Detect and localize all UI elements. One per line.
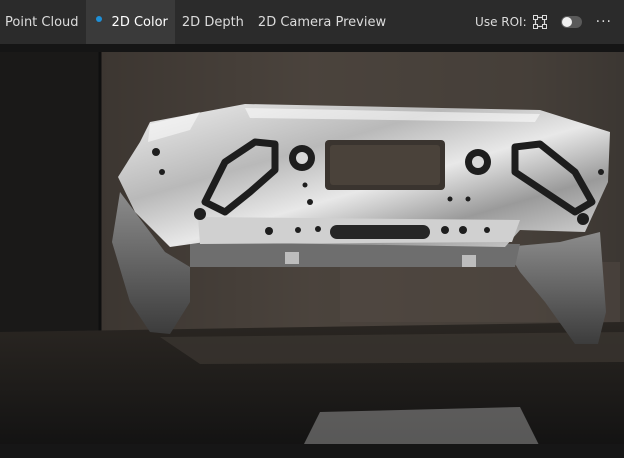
- view-toolbar: Point Cloud 2D Color 2D Depth 2D Camera …: [0, 0, 624, 44]
- tab-label: 2D Depth: [181, 14, 244, 30]
- tab-label: 2D Camera Preview: [257, 14, 387, 30]
- roi-controls: Use ROI: ···: [475, 0, 624, 44]
- toolbar-separator: [0, 44, 624, 52]
- view-tabs: Point Cloud 2D Color 2D Depth 2D Camera …: [0, 0, 393, 44]
- camera-image: [0, 52, 624, 458]
- more-options-icon[interactable]: ···: [596, 15, 612, 29]
- tab-2d-camera-preview[interactable]: 2D Camera Preview: [251, 0, 393, 44]
- status-strip: [0, 444, 624, 458]
- tab-2d-depth[interactable]: 2D Depth: [175, 0, 251, 44]
- tab-point-cloud[interactable]: Point Cloud: [0, 0, 86, 44]
- tab-2d-color[interactable]: 2D Color: [85, 0, 175, 44]
- tab-label: 2D Color: [111, 14, 168, 30]
- camera-image-viewport[interactable]: [0, 52, 624, 458]
- tab-label: Point Cloud: [5, 14, 79, 30]
- toggle-knob: [561, 17, 572, 27]
- active-indicator-dot: [95, 16, 102, 22]
- use-roi-label: Use ROI:: [475, 15, 527, 29]
- roi-selection-icon[interactable]: [532, 15, 547, 29]
- roi-toggle[interactable]: [560, 16, 582, 28]
